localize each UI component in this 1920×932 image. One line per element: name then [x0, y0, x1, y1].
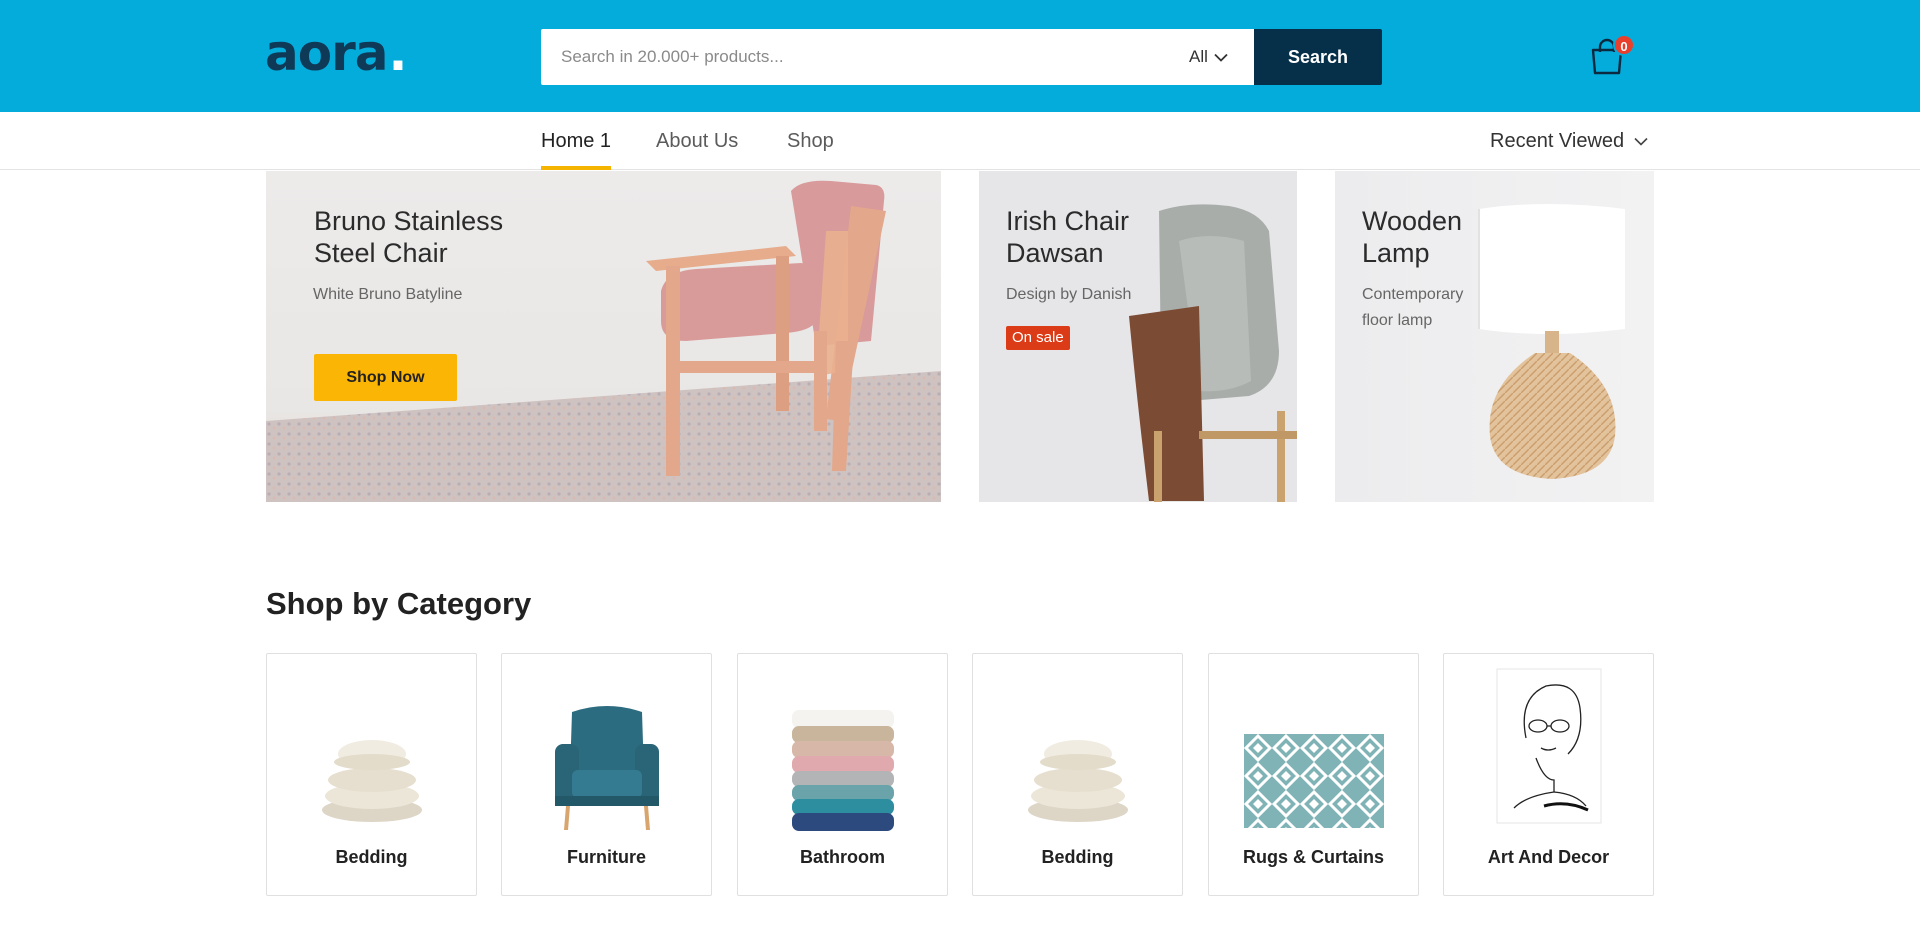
- banner-title: Wooden Lamp: [1362, 205, 1462, 269]
- top-header: aora. All Search 0: [0, 0, 1920, 112]
- nav-item-label: Shop: [787, 130, 834, 152]
- banner-title-line: Dawsan: [1006, 238, 1104, 268]
- category-card-rugs-curtains[interactable]: Rugs & Curtains: [1208, 653, 1419, 896]
- logo-dot: .: [388, 24, 408, 82]
- nav-item-label: About Us: [656, 130, 739, 152]
- banner-title-line: Irish Chair: [1006, 206, 1130, 236]
- search-category-value: All: [1189, 47, 1208, 66]
- banner-title-line: Steel Chair: [314, 238, 448, 268]
- search-bar: All Search: [541, 29, 1382, 85]
- banner-subtitle-line: floor lamp: [1362, 312, 1433, 329]
- main-nav: Home 1 About Us Shop Recent Viewed: [0, 112, 1920, 170]
- banner-title-line: Lamp: [1362, 238, 1430, 268]
- armchair-image: [646, 180, 886, 476]
- armchair-icon: [554, 706, 659, 830]
- banner-subtitle: White Bruno Batyline: [313, 286, 463, 303]
- banner-bruno-chair[interactable]: Bruno Stainless Steel Chair White Bruno …: [266, 171, 941, 502]
- towel-stack-icon: [791, 710, 894, 831]
- banner-subtitle-line: Contemporary: [1362, 286, 1464, 303]
- line-art-portrait-icon: [1496, 668, 1601, 824]
- banner-subtitle: Contemporary floor lamp: [1362, 282, 1463, 334]
- category-card-bathroom[interactable]: Bathroom: [737, 653, 948, 896]
- search-button[interactable]: Search: [1254, 29, 1382, 85]
- shop-now-button[interactable]: Shop Now: [314, 354, 457, 401]
- logo-text: aora: [265, 24, 388, 82]
- nav-item-home[interactable]: Home 1: [541, 112, 612, 170]
- banner-title-line: Wooden: [1362, 206, 1463, 236]
- category-label: Rugs & Curtains: [1242, 847, 1384, 867]
- pillow-stack-icon: [321, 740, 422, 822]
- category-card-bedding[interactable]: Bedding: [972, 653, 1183, 896]
- chevron-down-icon: [1634, 137, 1648, 146]
- category-label: Furniture: [567, 847, 646, 867]
- category-label: Art And Decor: [1487, 847, 1610, 867]
- category-card-furniture[interactable]: Furniture: [501, 653, 712, 896]
- banner-title: Bruno Stainless Steel Chair: [314, 205, 503, 269]
- section-heading: Shop by Category: [266, 586, 532, 621]
- category-label: Bathroom: [800, 847, 885, 867]
- banner-wooden-lamp[interactable]: Wooden Lamp Contemporary floor lamp: [1335, 171, 1654, 502]
- category-label: Bedding: [335, 847, 408, 867]
- logo[interactable]: aora.: [265, 24, 408, 82]
- lamp-image: [1478, 204, 1625, 479]
- search-category-select[interactable]: All: [1181, 29, 1254, 85]
- banner-subtitle: Design by Danish: [1006, 286, 1132, 303]
- category-card-art-decor[interactable]: Art And Decor: [1443, 653, 1654, 896]
- recent-viewed-label: Recent Viewed: [1490, 130, 1625, 152]
- nav-item-about-us[interactable]: About Us: [656, 112, 738, 170]
- category-list: Bedding Furniture Bathroom Bedding Rugs …: [266, 653, 1655, 896]
- chevron-down-icon: [1214, 53, 1228, 62]
- recent-viewed-dropdown[interactable]: Recent Viewed: [1490, 112, 1648, 170]
- banner-title-line: Bruno Stainless: [314, 206, 504, 236]
- rug-icon: [1243, 734, 1384, 828]
- nav-item-shop[interactable]: Shop: [787, 112, 834, 170]
- cart-count-badge: 0: [1613, 34, 1635, 56]
- search-input[interactable]: [541, 29, 1181, 85]
- category-label: Bedding: [1041, 847, 1114, 867]
- chair-image: [1129, 204, 1297, 502]
- nav-item-label: Home 1: [541, 130, 612, 152]
- on-sale-badge: On sale: [1006, 326, 1070, 350]
- banner-title: Irish Chair Dawsan: [1006, 205, 1129, 269]
- banner-irish-chair[interactable]: Irish Chair Dawsan Design by Danish On s…: [979, 171, 1297, 502]
- category-card-bedding[interactable]: Bedding: [266, 653, 477, 896]
- pillow-stack-icon: [1027, 740, 1128, 822]
